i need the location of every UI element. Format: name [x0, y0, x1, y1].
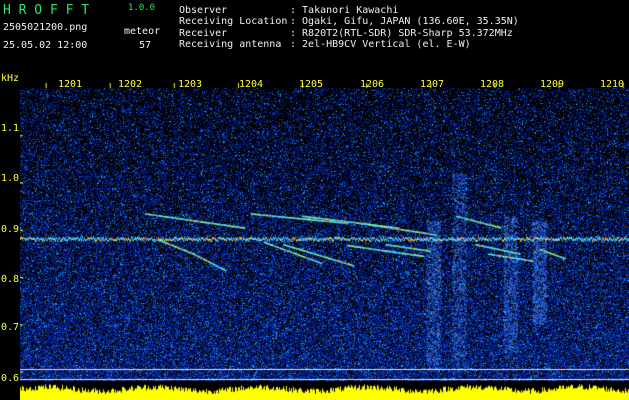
info-label-antenna: Receiving antenna: [179, 39, 282, 50]
x-tick-label: 1209: [540, 79, 565, 90]
file-name: 2505021200.png: [3, 22, 88, 33]
x-tick-label: 1208: [480, 79, 505, 90]
x-tick-label: 1207: [420, 79, 445, 90]
x-tick-label: 1204: [239, 79, 264, 90]
app-version: 1.0.0: [128, 3, 156, 13]
info-value-location: : Ogaki, Gifu, JAPAN (136.60E, 35.35N): [290, 16, 519, 27]
y-tick-label: 1.1: [1, 123, 20, 134]
info-label-observer: Observer: [179, 5, 228, 16]
info-label-location: Receiving Location: [179, 16, 288, 27]
app-name: H R O F F T: [3, 3, 90, 18]
x-tick-label: 1210: [600, 79, 625, 90]
x-tick-label: 1206: [360, 79, 385, 90]
info-value-receiver: : R820T2(RTL-SDR) SDR-Sharp 53.372MHz: [290, 28, 513, 39]
x-tick-label: 1203: [178, 79, 203, 90]
y-axis-unit: kHz: [1, 73, 20, 84]
meteor-label: meteor: [124, 26, 161, 37]
header-panel: H R O F F T 1.0.0 2505021200.png 25.05.0…: [0, 0, 629, 84]
y-tick-label: 1.0: [1, 173, 20, 184]
info-label-receiver: Receiver: [179, 28, 228, 39]
y-tick-label: 0.6: [1, 373, 20, 384]
y-tick-label: 0.8: [1, 274, 20, 285]
date-time: 25.05.02 12:00: [3, 40, 88, 51]
x-tick-label: 1205: [299, 79, 324, 90]
info-value-observer: : Takanori Kawachi: [290, 5, 399, 16]
x-tick-label: 1202: [118, 79, 143, 90]
x-tick-label: 1201: [58, 79, 83, 90]
y-tick-label: 0.9: [1, 224, 20, 235]
info-value-antenna: : 2el-HB9CV Vertical (el. E-W): [290, 39, 471, 50]
y-tick-label: 0.7: [1, 322, 20, 333]
spectrogram-canvas: [20, 75, 629, 400]
meteor-count: 57: [139, 40, 152, 51]
